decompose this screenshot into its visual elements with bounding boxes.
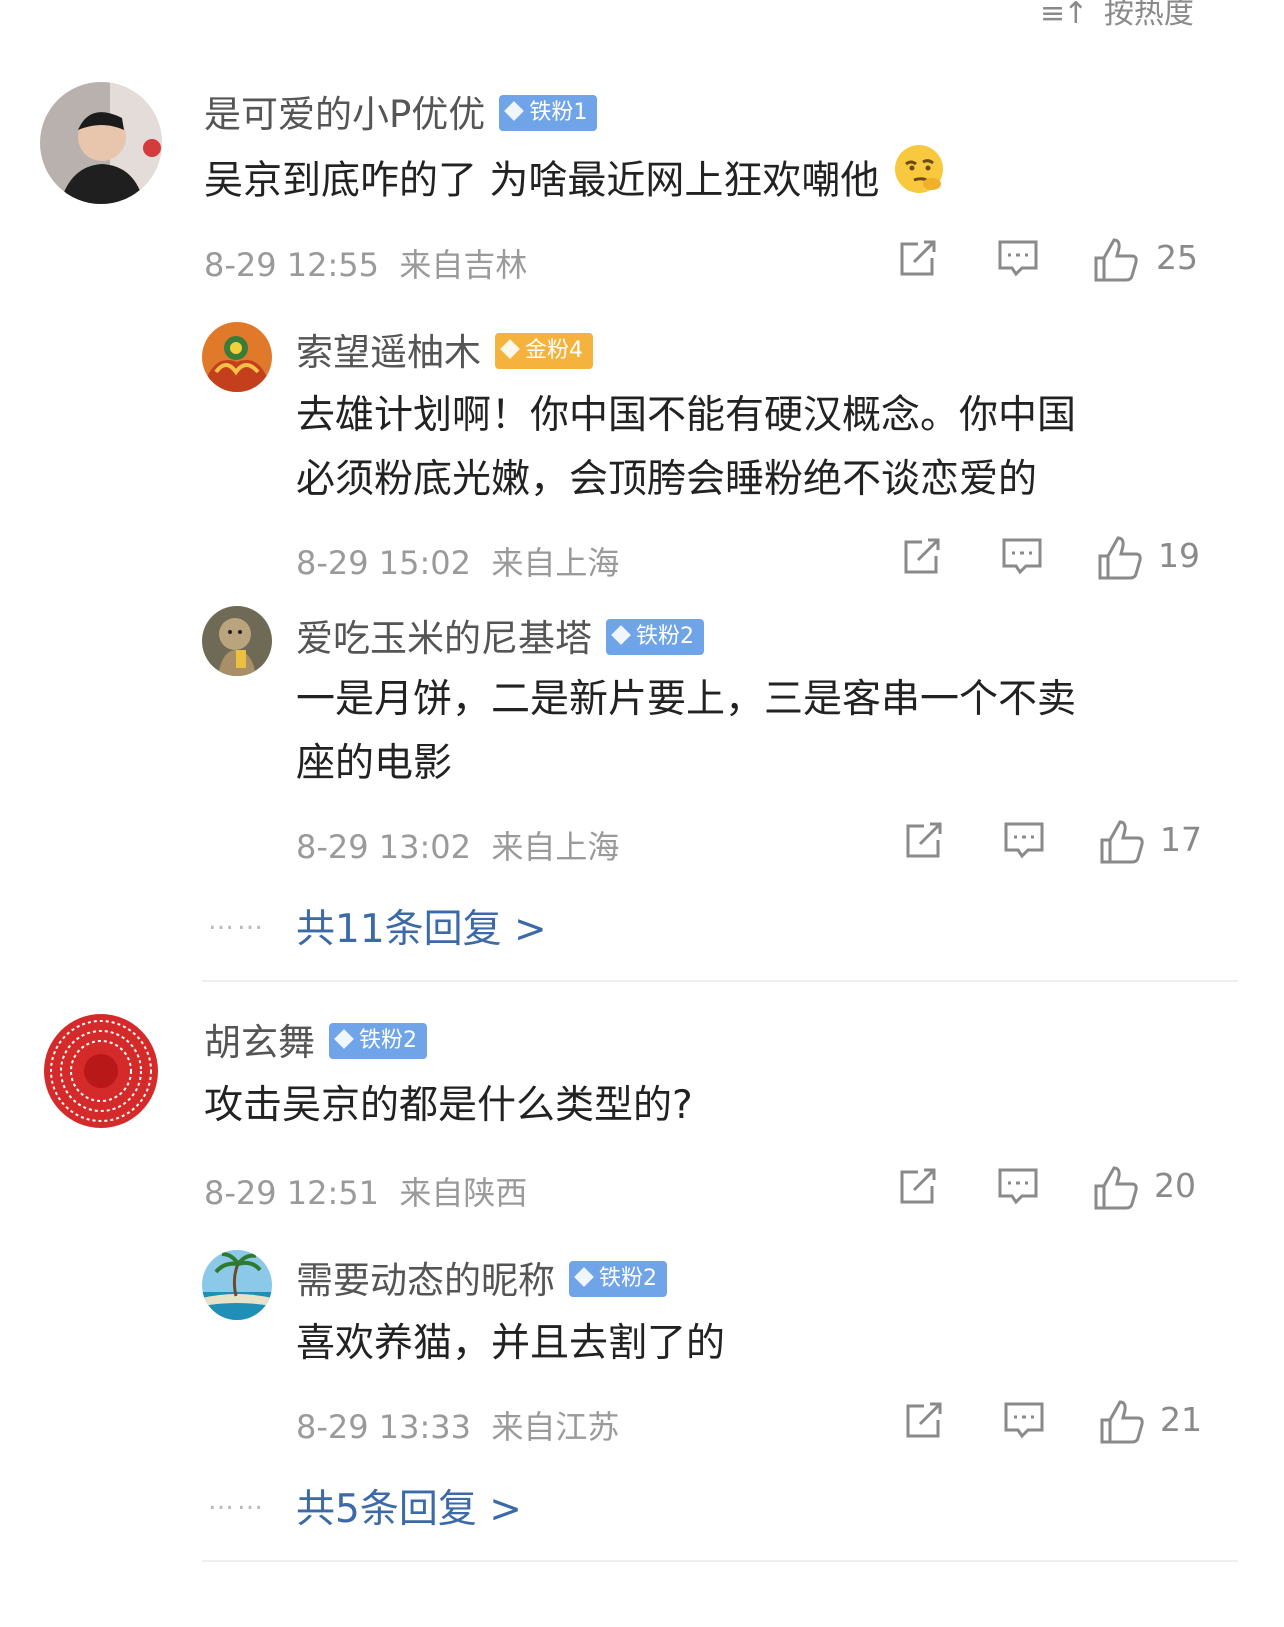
reply-author[interactable]: 索望遥柚木 金粉4 (296, 322, 593, 376)
like-count: 19 (1158, 536, 1200, 575)
share-icon[interactable] (896, 236, 940, 284)
comment-icon[interactable] (1002, 818, 1046, 866)
comment-icon[interactable] (996, 1164, 1040, 1212)
comment-text: 吴京到底咋的了 为啥最近网上狂欢嘲他 (204, 145, 946, 220)
more-dots: …… (208, 1486, 266, 1516)
reply-meta: 8-29 15:02 来自上海 (296, 544, 620, 582)
share-icon[interactable] (900, 534, 944, 582)
like-icon[interactable] (1092, 236, 1140, 288)
view-all-replies-link[interactable]: 共11条回复 > (296, 898, 547, 954)
reply-text: 一是月饼，二是新片要上，三是客串一个不卖 座的电影 (296, 677, 1077, 786)
reply-meta: 8-29 13:02 来自上海 (296, 828, 620, 866)
reply-actions: 19 (900, 534, 1200, 584)
reply-author[interactable]: 需要动态的昵称 铁粉2 (296, 1250, 667, 1304)
reply-text: 喜欢养猫，并且去割了的 (296, 1321, 726, 1366)
comment-actions: 20 (896, 1164, 1196, 1214)
reply-author[interactable]: 爱吃玉米的尼基塔 铁粉2 (296, 608, 704, 662)
reply-actions: 17 (902, 818, 1202, 868)
comment-actions: 25 (896, 236, 1198, 288)
sort-icon: ≡↑ (1040, 0, 1088, 31)
view-all-replies-link[interactable]: 共5条回复 > (296, 1478, 522, 1534)
reply-text: 去雄计划啊！你中国不能有硬汉概念。你中国 必须粉底光嫩，会顶胯会睡粉绝不谈恋爱的 (296, 393, 1077, 502)
more-dots: …… (208, 906, 266, 936)
share-icon[interactable] (896, 1164, 940, 1212)
avatar[interactable] (42, 1012, 160, 1130)
comment-author[interactable]: 胡玄舞 铁粉2 (204, 1012, 427, 1066)
like-count: 20 (1154, 1166, 1196, 1205)
fan-badge: 铁粉2 (329, 1022, 427, 1059)
avatar[interactable] (202, 1250, 272, 1320)
diamond-icon (611, 624, 631, 645)
comment-icon[interactable] (1002, 1398, 1046, 1446)
comment-author[interactable]: 是可爱的小P优优 铁粉1 (204, 84, 598, 138)
fan-badge: 金粉4 (495, 332, 593, 369)
reply-actions: 21 (902, 1398, 1202, 1448)
sort-by-hot-button[interactable]: ≡↑ 按热度 (1040, 0, 1194, 32)
thinking-emoji-icon (892, 142, 946, 216)
like-count: 21 (1160, 1400, 1202, 1439)
like-count: 17 (1160, 820, 1202, 859)
comment-meta: 8-29 12:51 来自陕西 (204, 1174, 528, 1212)
sort-label: 按热度 (1103, 0, 1194, 31)
comment-text: 攻击吴京的都是什么类型的? (204, 1083, 693, 1128)
avatar[interactable] (40, 82, 162, 204)
fan-badge: 铁粉2 (606, 618, 704, 655)
divider (202, 980, 1238, 982)
like-count: 25 (1156, 238, 1198, 277)
divider (202, 1560, 1238, 1562)
comment-meta: 8-29 12:55 来自吉林 (204, 246, 528, 284)
like-icon[interactable] (1098, 1398, 1146, 1450)
crown-icon (500, 338, 520, 359)
share-icon[interactable] (902, 818, 946, 866)
fan-badge: 铁粉1 (499, 94, 598, 131)
fan-badge: 铁粉2 (569, 1260, 667, 1297)
avatar[interactable] (202, 322, 272, 392)
like-icon[interactable] (1096, 534, 1144, 586)
diamond-icon (334, 1028, 354, 1049)
comment-icon[interactable] (1000, 534, 1044, 582)
diamond-icon (574, 1266, 594, 1287)
share-icon[interactable] (902, 1398, 946, 1446)
like-icon[interactable] (1098, 818, 1146, 870)
reply-meta: 8-29 13:33 来自江苏 (296, 1408, 620, 1446)
avatar[interactable] (202, 606, 272, 676)
diamond-icon (504, 100, 525, 121)
comment-icon[interactable] (996, 236, 1040, 284)
like-icon[interactable] (1092, 1164, 1140, 1216)
